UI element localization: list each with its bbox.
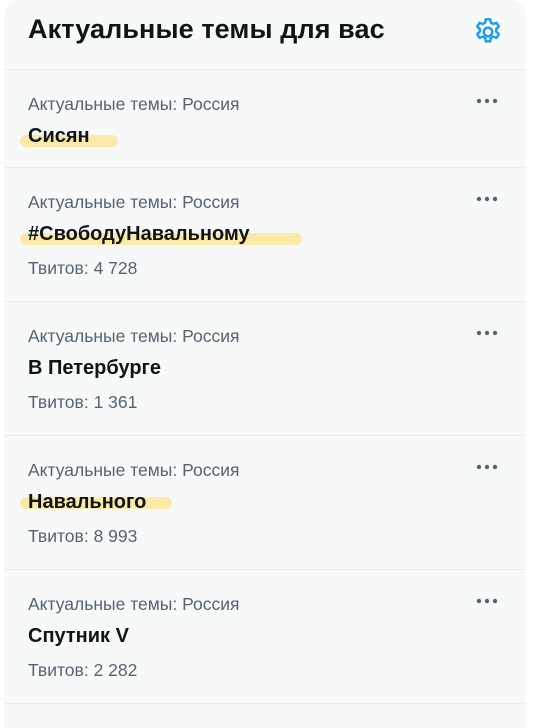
more-icon[interactable] (474, 324, 500, 342)
trend-name: В Петербурге (28, 357, 161, 379)
trend-name: Спутник V (28, 625, 129, 647)
trend-context: Актуальные темы: Россия (28, 594, 240, 614)
trend-context: Актуальные темы: Россия (28, 94, 240, 114)
more-icon[interactable] (474, 190, 500, 208)
trend-item[interactable]: Актуальные темы: Россия Навального Твито… (4, 436, 526, 570)
trend-tweet-count: Твитов: 2 282 (28, 660, 138, 680)
trend-tweet-count: Твитов: 8 993 (28, 526, 138, 546)
trend-item[interactable]: Актуальные темы: Россия В Петербурге Тви… (4, 302, 526, 436)
trend-context: Актуальные темы: Россия (28, 192, 240, 212)
trend-item[interactable]: Актуальные темы: Россия Спутник V Твитов… (4, 570, 526, 704)
trend-context: Актуальные темы: Россия (28, 460, 240, 480)
gear-icon[interactable] (472, 16, 504, 48)
trends-title: Актуальные темы для вас (28, 14, 385, 44)
trends-header: Актуальные темы для вас (4, 0, 526, 70)
trend-name: Навального (28, 491, 147, 513)
more-icon[interactable] (474, 458, 500, 476)
trend-tweet-count: Твитов: 4 728 (28, 258, 138, 278)
trend-item[interactable]: Актуальные темы: Россия #СвободуНавально… (4, 168, 526, 302)
trend-context: Актуальные темы: Россия (28, 326, 240, 346)
more-icon[interactable] (474, 592, 500, 610)
trend-name: Сисян (28, 125, 90, 147)
trend-item[interactable]: Актуальные темы: Россия Сисян (4, 70, 526, 168)
more-icon[interactable] (474, 92, 500, 110)
trends-panel: Актуальные темы для вас Актуальные темы:… (4, 0, 526, 728)
trend-name: #СвободуНавальному (28, 223, 250, 245)
trend-tweet-count: Твитов: 1 361 (28, 392, 138, 412)
